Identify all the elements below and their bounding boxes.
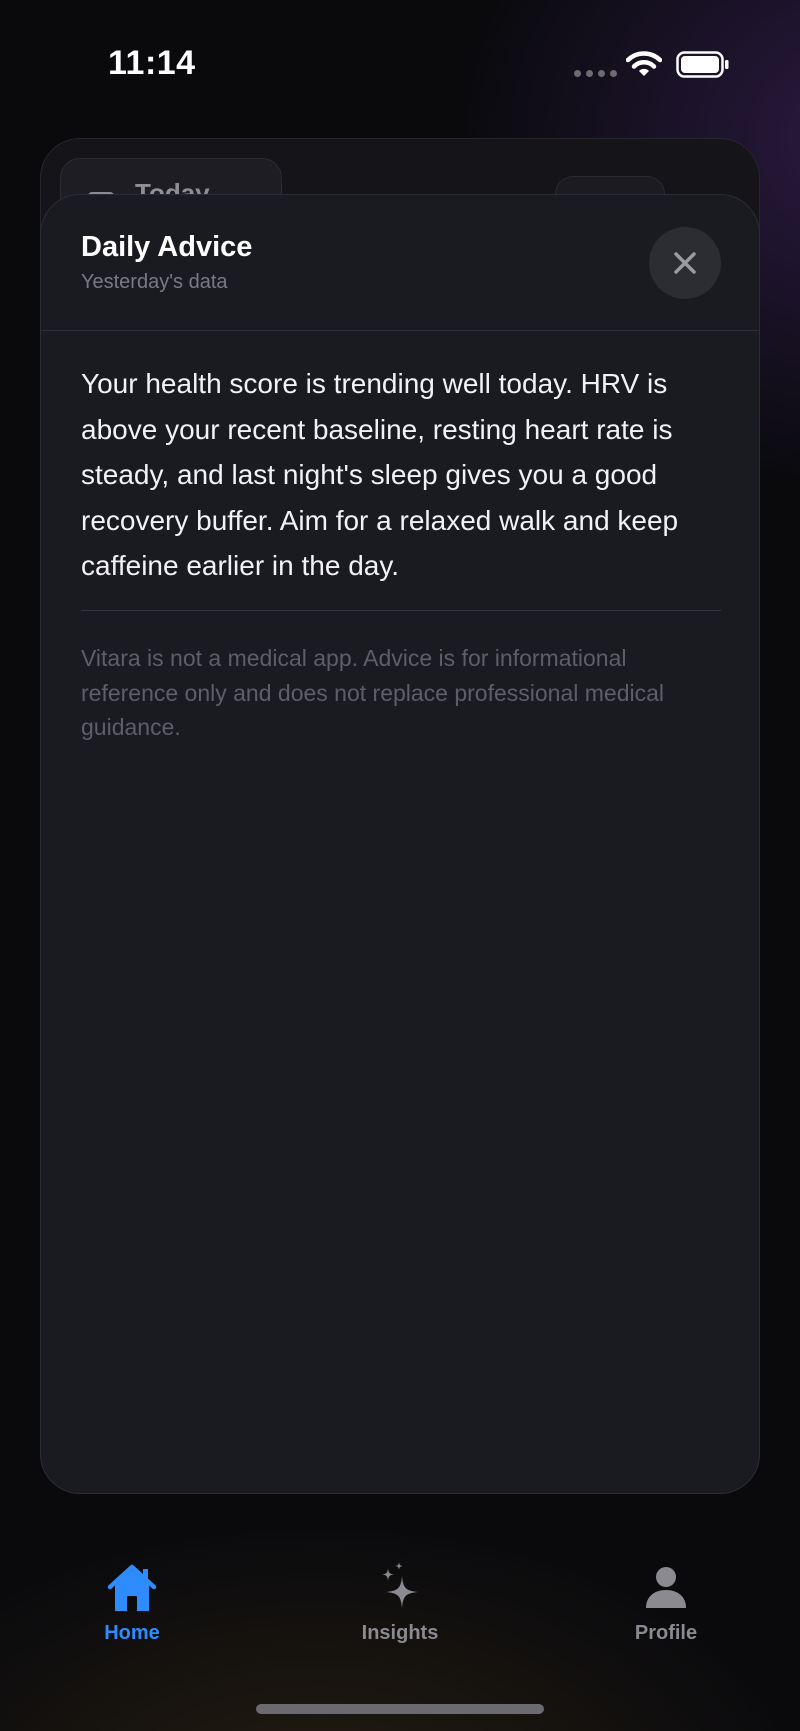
daily-advice-sheet: Daily Advice Yesterday's data Your healt… [40, 194, 760, 1494]
status-time: 11:14 [108, 44, 196, 82]
house-icon [107, 1564, 157, 1611]
sheet-subtitle: Yesterday's data [81, 271, 228, 293]
tab-insights[interactable]: Insights [325, 1560, 475, 1670]
close-button[interactable] [649, 227, 721, 299]
advice-text: Your health score is trending well today… [81, 368, 679, 581]
cellular-signal-icon [574, 70, 617, 77]
person-icon [646, 1567, 686, 1608]
tab-home[interactable]: Home [57, 1560, 207, 1670]
sheet-header: Daily Advice Yesterday's data [41, 195, 759, 331]
battery-icon [676, 51, 729, 78]
sheet-title: Daily Advice [81, 231, 253, 263]
tab-profile[interactable]: Profile [591, 1560, 741, 1670]
tab-bar: Home Insights Profile [0, 1560, 800, 1680]
tab-profile-label: Profile [634, 1622, 698, 1644]
tab-insights-label: Insights [361, 1622, 439, 1644]
disclaimer-text: Vitara is not a medical app. Advice is f… [81, 645, 665, 740]
wifi-icon [626, 51, 662, 76]
tab-home-label: Home [104, 1622, 160, 1644]
home-indicator[interactable] [256, 1704, 544, 1714]
sparkles-icon [382, 1562, 418, 1608]
status-bar: 11:14 [0, 0, 800, 120]
divider [81, 610, 721, 611]
close-icon [674, 252, 696, 274]
